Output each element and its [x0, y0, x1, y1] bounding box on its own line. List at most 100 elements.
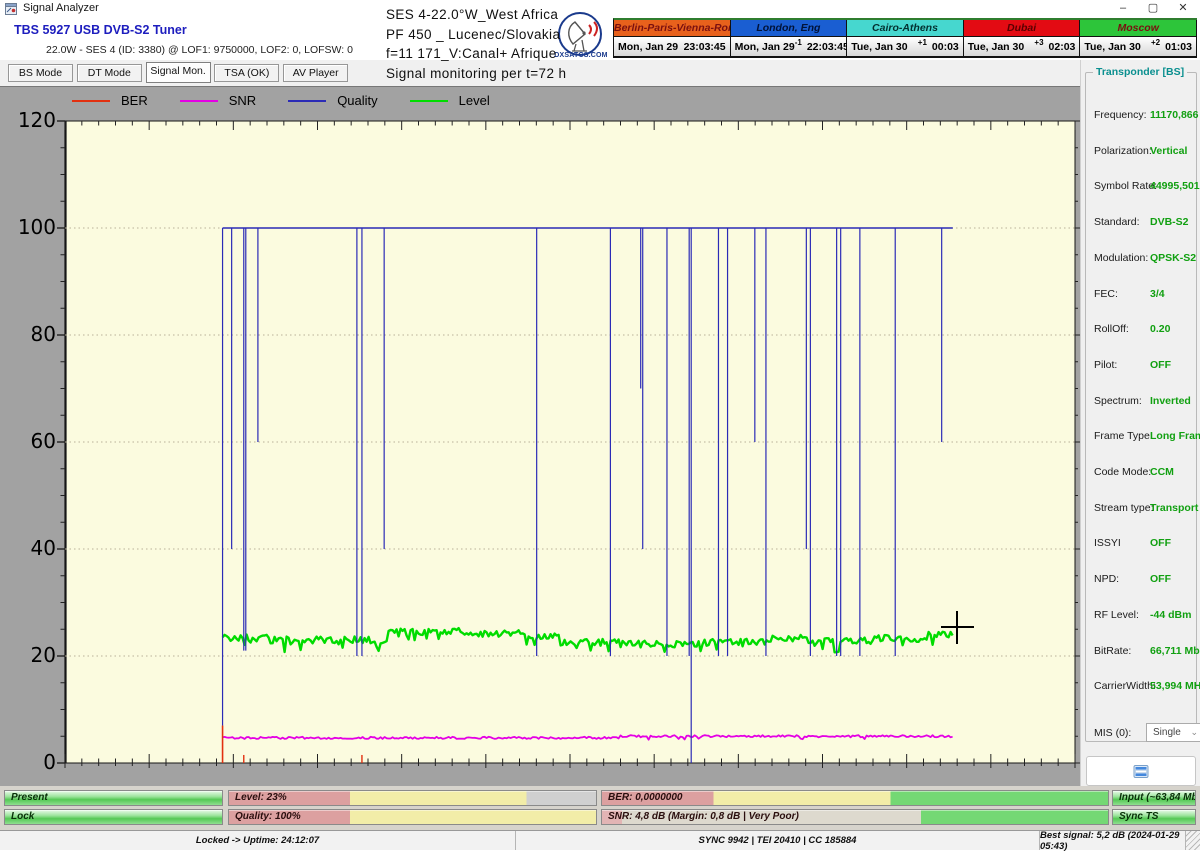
- legend-color-dash: [288, 100, 326, 102]
- status-bar: Locked -> Uptime: 24:12:07 SYNC 9942 | T…: [0, 830, 1200, 850]
- legend-item-ber: BER: [72, 93, 148, 108]
- transponder-group-title: Transponder [BS]: [1093, 66, 1187, 78]
- y-axis-tick-label: 20: [0, 643, 56, 667]
- transponder-row-value: Inverted: [1150, 395, 1191, 407]
- clock-time: 01:03: [1165, 41, 1192, 53]
- ber-progress-bar: BER: 0,0000000: [601, 790, 1109, 806]
- save-icon: [1133, 765, 1149, 778]
- save-button[interactable]: [1086, 756, 1196, 786]
- level-progress-bar: Level: 23%: [228, 790, 597, 806]
- feed-line-1: SES 4-22.0°W_West Africa: [386, 5, 566, 25]
- mis-selected-value: Single: [1153, 727, 1181, 738]
- transponder-row-label: Frequency:: [1094, 109, 1147, 121]
- input-indicator: Input (~63,84 Mbps): [1112, 790, 1196, 806]
- tab-av-player[interactable]: AV Player: [283, 64, 348, 82]
- y-axis-tick-label: 120: [0, 108, 56, 132]
- transponder-row-label: RF Level:: [1094, 609, 1139, 621]
- feed-line-2: PF 450 _ Lucenec/Slovakia: [386, 25, 566, 45]
- transponder-row: CarrierWidth:53,994 MHz: [1094, 680, 1194, 695]
- tuner-name: TBS 5927 USB DVB-S2 Tuner: [14, 23, 187, 37]
- transponder-row-label: Spectrum:: [1094, 395, 1142, 407]
- signal-status-area: Present Level: 23% BER: 0,0000000 Input …: [0, 786, 1200, 830]
- clock-column: Cairo-AthensTue, Jan 30+100:03: [847, 20, 964, 56]
- legend-label: Quality: [337, 93, 377, 108]
- transponder-row: BitRate:66,711 Mbit/s: [1094, 645, 1194, 660]
- tab-dt-mode[interactable]: DT Mode: [77, 64, 142, 82]
- legend-label: BER: [121, 93, 148, 108]
- transponder-row-label: RollOff:: [1094, 323, 1129, 335]
- tab-tsa-ok[interactable]: TSA (OK): [214, 64, 279, 82]
- clock-utc-offset: +3: [1034, 38, 1043, 47]
- transponder-row-label: Polarization:: [1094, 145, 1152, 157]
- transponder-row-value: -44 dBm: [1150, 609, 1191, 621]
- tab-signal-mon[interactable]: Signal Mon.: [146, 62, 211, 83]
- feed-info: SES 4-22.0°W_West Africa PF 450 _ Lucene…: [386, 5, 566, 83]
- mis-label: MIS (0):: [1094, 727, 1131, 739]
- clock-column: Dubai Tue, Jan 30+3 02:03: [964, 20, 1081, 56]
- clock-city-name: Moscow: [1080, 20, 1196, 37]
- transponder-row-label: Frame Type:: [1094, 430, 1153, 442]
- transponder-row-value: 11170,866 MHz: [1150, 109, 1200, 121]
- transponder-row-value: OFF: [1150, 573, 1171, 585]
- transponder-row-value: Long Frame: [1150, 430, 1200, 442]
- transponder-row-value: 3/4: [1150, 288, 1165, 300]
- legend-color-dash: [410, 100, 448, 102]
- close-button[interactable]: ✕: [1168, 0, 1198, 18]
- legend-item-level: Level: [410, 93, 490, 108]
- resize-grip[interactable]: [1186, 831, 1200, 850]
- transponder-row: RF Level: -44 dBm: [1094, 609, 1194, 624]
- sync-ts-indicator: Sync TS: [1112, 809, 1196, 825]
- transponder-row: Stream type:Transport: [1094, 502, 1194, 517]
- y-axis-tick-label: 40: [0, 536, 56, 560]
- transponder-row-value: OFF: [1150, 359, 1171, 371]
- clock-date: Mon, Jan 29: [735, 41, 795, 53]
- transponder-row-value: CCM: [1150, 466, 1174, 478]
- transponder-row: FEC: 3/4: [1094, 288, 1194, 303]
- mis-dropdown[interactable]: Single ⌄: [1146, 723, 1200, 742]
- window-title: Signal Analyzer: [23, 2, 99, 14]
- present-indicator: Present: [4, 790, 223, 806]
- chart-panel: BERSNRQualityLevel 020406080100120: [0, 86, 1080, 786]
- transponder-row-value: DVB-S2: [1150, 216, 1189, 228]
- clock-time: 23:03:45: [684, 41, 726, 53]
- clock-datetime: Tue, Jan 30+2 01:03: [1080, 37, 1196, 56]
- app-icon: [5, 3, 17, 15]
- y-axis-tick-label: 100: [0, 215, 56, 239]
- transponder-row-label: NPD:: [1094, 573, 1119, 585]
- transponder-row-label: CarrierWidth:: [1094, 680, 1156, 692]
- clock-date: Tue, Jan 30: [1084, 41, 1151, 53]
- uptime-status: Locked -> Uptime: 24:12:07: [0, 831, 516, 850]
- lock-indicator: Lock: [4, 809, 223, 825]
- clock-utc-offset: +2: [1151, 38, 1160, 47]
- transponder-row-label: FEC:: [1094, 288, 1118, 300]
- clock-city-name: Cairo-Athens: [847, 20, 963, 37]
- transponder-row-value: Transport: [1150, 502, 1198, 514]
- clock-city-name: Berlin-Paris-Vienna-Roma: [614, 20, 730, 37]
- legend-color-dash: [180, 100, 218, 102]
- clock-column: Berlin-Paris-Vienna-Roma Mon, Jan 29 23:03…: [614, 20, 731, 56]
- clock-datetime: Mon, Jan 29-122:03:45: [731, 37, 847, 56]
- transponder-row-label: BitRate:: [1094, 645, 1131, 657]
- transponder-row: NPD: OFF: [1094, 573, 1194, 588]
- clock-city-name: Dubai: [964, 20, 1080, 37]
- chevron-down-icon: ⌄: [1190, 724, 1198, 741]
- clock-datetime: Tue, Jan 30+100:03: [847, 37, 963, 56]
- clock-column: London, EngMon, Jan 29-122:03:45: [731, 20, 848, 56]
- minimize-button[interactable]: –: [1108, 0, 1138, 18]
- transponder-group: Transponder [BS] Frequency:11170,866 MHz…: [1085, 72, 1197, 742]
- maximize-button[interactable]: ▢: [1138, 0, 1168, 18]
- transponder-row-label: Symbol Rate:: [1094, 180, 1157, 192]
- transponder-row-value: OFF: [1150, 537, 1171, 549]
- clock-date: Tue, Jan 30: [968, 41, 1035, 53]
- sync-counters-status: SYNC 9942 | TEI 20410 | CC 185884: [516, 831, 1040, 850]
- clock-time: 02:03: [1049, 41, 1076, 53]
- transponder-row: Frequency:11170,866 MHz: [1094, 109, 1194, 124]
- clock-date: Tue, Jan 30: [851, 41, 918, 53]
- legend-color-dash: [72, 100, 110, 102]
- tab-bar: BS ModeDT ModeSignal Mon.TSA (OK)AV Play…: [0, 60, 1200, 86]
- tab-bs-mode[interactable]: BS Mode: [8, 64, 73, 82]
- legend-item-quality: Quality: [288, 93, 377, 108]
- clock-date: Mon, Jan 29: [618, 41, 679, 53]
- clock-utc-offset: +1: [918, 38, 927, 47]
- transponder-sidebar: Transponder [BS] Frequency:11170,866 MHz…: [1080, 60, 1200, 786]
